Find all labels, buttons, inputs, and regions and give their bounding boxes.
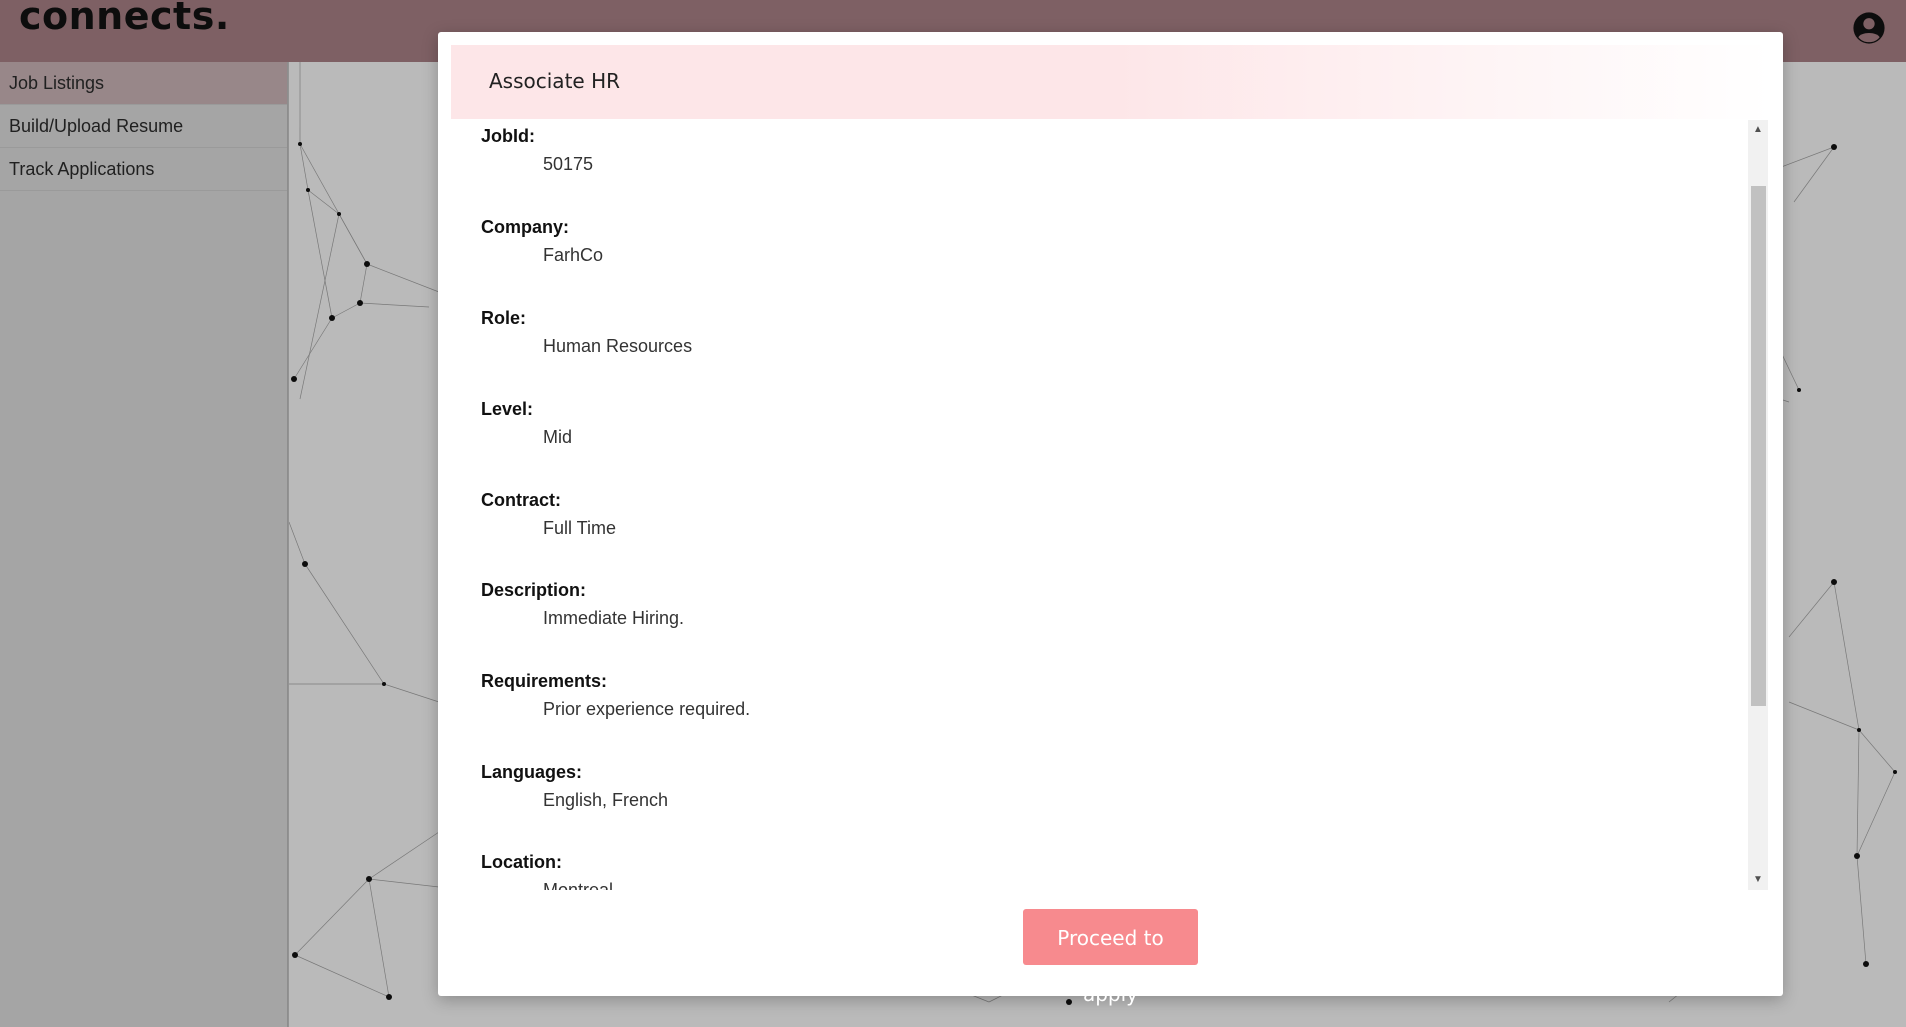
field-description: Description: Immediate Hiring. — [481, 580, 684, 629]
field-requirements: Requirements: Prior experience required. — [481, 671, 750, 720]
field-company: Company: FarhCo — [481, 217, 603, 266]
scroll-up-arrow-icon[interactable]: ▲ — [1748, 120, 1768, 140]
field-label: Requirements: — [481, 671, 608, 691]
field-label: Contract: — [481, 490, 561, 510]
field-value: English, French — [543, 790, 669, 810]
field-value: Full Time — [543, 518, 617, 538]
field-label: Company: — [481, 217, 570, 237]
field-value: Immediate Hiring. — [543, 608, 685, 628]
field-value: 50175 — [543, 154, 594, 174]
scroll-down-arrow-icon[interactable]: ▼ — [1748, 870, 1768, 890]
field-label: Description: — [481, 580, 587, 600]
field-label: Level: — [481, 399, 534, 419]
field-job-id: JobId: 50175 — [481, 126, 593, 175]
field-value: Mid — [543, 427, 573, 447]
field-value: FarhCo — [543, 245, 604, 265]
field-value: Prior experience required. — [543, 699, 751, 719]
job-details-modal: Associate HR JobId: 50175 Company: FarhC… — [438, 32, 1785, 1006]
field-level: Level: Mid — [481, 399, 572, 448]
field-value: Human Resources — [543, 336, 693, 356]
field-label: JobId: — [481, 126, 535, 146]
scroll-thumb[interactable] — [1751, 186, 1766, 706]
field-value: Montreal — [543, 880, 614, 890]
modal-header: Associate HR — [451, 45, 1771, 119]
field-location: Location: Montreal — [481, 852, 613, 890]
modal-body[interactable]: JobId: 50175 Company: FarhCo Role: Human… — [451, 120, 1785, 890]
field-label: Role: — [481, 308, 526, 328]
field-contract: Contract: Full Time — [481, 490, 616, 539]
field-label: Languages: — [481, 762, 583, 782]
modal-scrollbar[interactable]: ▲ ▼ — [1748, 120, 1768, 890]
proceed-to-apply-button[interactable]: Proceed to apply — [1023, 909, 1198, 1006]
field-label: Location: — [481, 852, 562, 872]
modal-title: Associate HR — [489, 69, 621, 93]
field-role: Role: Human Resources — [481, 308, 692, 357]
field-languages: Languages: English, French — [481, 762, 668, 811]
